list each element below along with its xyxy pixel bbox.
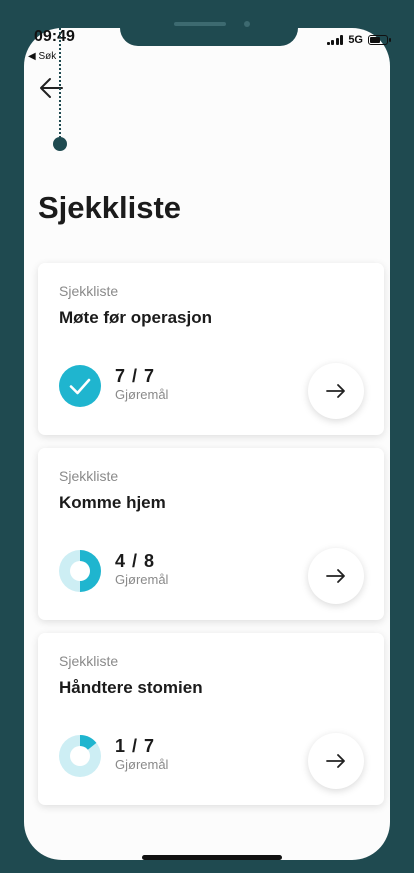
signal-icon [326, 35, 344, 45]
progress-count: 1 / 7 [115, 736, 156, 756]
status-back-link[interactable]: ◀ Søk [28, 51, 56, 62]
speaker [174, 22, 226, 26]
progress-count: 4 / 8 [115, 551, 156, 571]
open-checklist-button[interactable] [308, 363, 364, 419]
progress-label: Gjøremål [115, 757, 169, 772]
pointer-dot [53, 137, 67, 151]
camera [244, 21, 250, 27]
checklist-card-3[interactable]: Sjekkliste Håndtere stomien 1 / 7 Gjørem… [38, 633, 384, 805]
open-checklist-button[interactable] [308, 548, 364, 604]
card-title: Møte før operasjon [59, 308, 213, 327]
card-title: Komme hjem [59, 493, 166, 512]
arrow-right-icon [326, 569, 345, 583]
card-kicker: Sjekkliste [59, 653, 119, 669]
open-checklist-button[interactable] [308, 733, 364, 789]
progress-ring-icon [59, 735, 101, 777]
check-circle-icon [59, 365, 101, 407]
arrow-right-icon [326, 384, 345, 398]
status-time: 09:49 [34, 28, 75, 45]
arrow-right-icon [326, 754, 345, 768]
checklist-card-1[interactable]: Sjekkliste Møte før operasjon 7 / 7 Gjør… [38, 263, 384, 435]
progress-count: 7 / 7 [115, 366, 156, 386]
progress-ring-icon [59, 550, 101, 592]
checklist-card-2[interactable]: Sjekkliste Komme hjem 4 / 8 Gjøremål [38, 448, 384, 620]
status-indicators: 5G [326, 34, 391, 46]
home-indicator[interactable] [142, 855, 282, 860]
page-title: Sjekkliste [38, 190, 182, 225]
progress-label: Gjøremål [115, 572, 169, 587]
dotted-pointer-line [59, 0, 61, 138]
network-type: 5G [348, 34, 363, 46]
card-title: Håndtere stomien [59, 678, 203, 697]
card-kicker: Sjekkliste [59, 283, 119, 299]
battery-icon [368, 35, 391, 45]
notch [120, 21, 298, 46]
progress-label: Gjøremål [115, 387, 169, 402]
card-kicker: Sjekkliste [59, 468, 119, 484]
